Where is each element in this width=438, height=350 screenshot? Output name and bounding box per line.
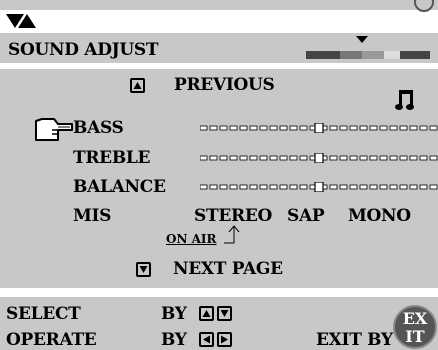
mis-option-sap[interactable]: SAP <box>287 206 325 226</box>
gear-icon <box>414 0 434 12</box>
on-air-arrow-icon <box>224 225 240 244</box>
left-button-icon <box>199 332 214 347</box>
right-button-icon <box>217 332 232 347</box>
exit-button-icon[interactable]: EX IT <box>393 305 437 349</box>
down-button-icon[interactable] <box>136 262 151 277</box>
mis-option-mono[interactable]: MONO <box>348 206 411 226</box>
menu-item-balance[interactable]: BALANCE <box>73 177 166 197</box>
down-button-icon <box>217 306 232 321</box>
exit-label: EXIT BY <box>316 330 393 350</box>
up-button-icon[interactable] <box>130 78 145 93</box>
treble-slider-thumb[interactable] <box>314 153 324 163</box>
instruction-bar: SELECT BY OPERATE BY EXIT BY EX IT <box>0 297 438 350</box>
hand-pointer-icon <box>35 118 73 141</box>
balance-slider-thumb[interactable] <box>314 182 324 192</box>
up-button-icon <box>199 306 214 321</box>
mini-indicator-bar <box>306 51 430 59</box>
exit-badge-text-top: EX <box>402 309 428 328</box>
menu-item-mis[interactable]: MIS <box>73 206 111 226</box>
exit-badge-text-bottom: IT <box>405 327 425 346</box>
menu-item-treble[interactable]: TREBLE <box>73 148 151 168</box>
page-title: SOUND ADJUST <box>8 40 159 60</box>
operate-by-label: BY <box>161 330 187 350</box>
bass-slider-thumb[interactable] <box>314 123 324 133</box>
mini-indicator-marker <box>356 36 368 43</box>
next-page-label[interactable]: NEXT PAGE <box>173 259 283 279</box>
bass-slider[interactable] <box>200 123 438 133</box>
mis-option-stereo[interactable]: STEREO <box>194 206 272 226</box>
treble-slider[interactable] <box>200 153 438 163</box>
title-bar: SOUND ADJUST <box>0 33 438 63</box>
on-air-label: ON AIR <box>166 232 217 246</box>
balance-slider[interactable] <box>200 182 438 192</box>
down-up-arrows-icon <box>6 14 36 28</box>
select-by-label: BY <box>161 304 187 324</box>
select-label: SELECT <box>6 304 81 324</box>
music-note-icon <box>395 90 414 110</box>
previous-page-label[interactable]: PREVIOUS <box>174 75 275 95</box>
operate-label: OPERATE <box>6 330 97 350</box>
sound-menu-panel: PREVIOUS BASS TREBLE BALANCE MIS STEREO … <box>0 69 438 288</box>
menu-item-bass[interactable]: BASS <box>73 118 124 138</box>
top-strip <box>0 0 438 12</box>
